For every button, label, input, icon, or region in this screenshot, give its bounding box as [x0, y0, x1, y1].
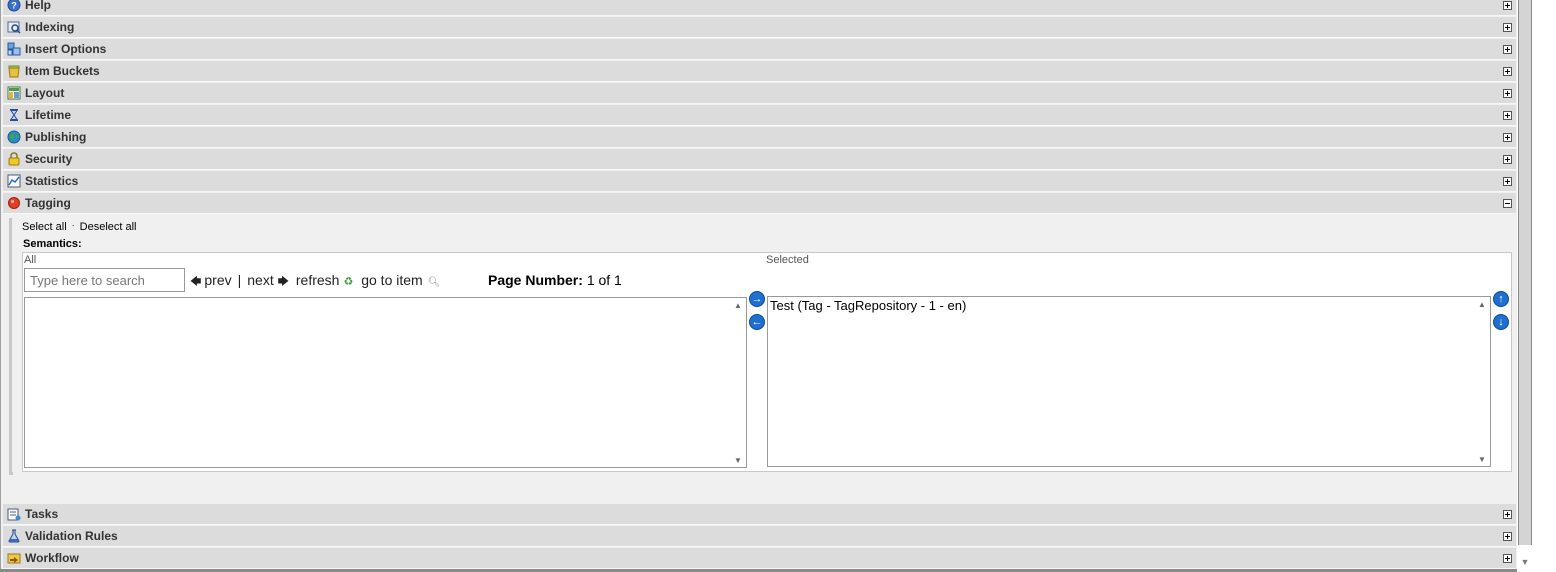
section-statistics[interactable]: Statistics	[3, 171, 1516, 192]
section-validation-rules[interactable]: Validation Rules	[3, 526, 1516, 547]
section-title: Workflow	[25, 551, 79, 565]
scroll-up-icon[interactable]: ▲	[1474, 300, 1490, 309]
expand-icon[interactable]	[1503, 554, 1512, 563]
section-item-buckets[interactable]: Item Buckets	[3, 61, 1516, 82]
section-tasks[interactable]: Tasks	[3, 504, 1516, 525]
hourglass-icon	[7, 108, 21, 122]
section-title: Layout	[25, 86, 65, 100]
expand-icon[interactable]	[1503, 23, 1512, 32]
section-title: Publishing	[25, 130, 87, 144]
scroll-down-icon[interactable]: ▼	[1519, 556, 1531, 568]
expand-icon[interactable]	[1503, 111, 1512, 120]
go-to-item-link[interactable]: go to item 🔍︎	[361, 272, 440, 288]
section-title: Validation Rules	[25, 529, 118, 543]
flask-icon	[7, 529, 21, 543]
page-number-value: 1 of 1	[586, 272, 622, 288]
lock-icon	[7, 152, 21, 166]
section-lifetime[interactable]: Lifetime	[3, 105, 1516, 126]
scroll-up-icon[interactable]: ▲	[730, 301, 746, 310]
select-all-link[interactable]: Select all	[22, 221, 67, 233]
section-help[interactable]: ? Help	[3, 0, 1516, 16]
section-title: Tasks	[25, 507, 59, 521]
scroll-down-icon[interactable]: ▼	[730, 456, 746, 465]
expand-icon[interactable]	[1503, 532, 1512, 541]
listbox-scrollbar[interactable]: ▲ ▼	[730, 298, 746, 467]
selected-items-listbox[interactable]: Test (Tag - TagRepository - 1 - en) ▲ ▼	[767, 296, 1491, 467]
section-security[interactable]: Security	[3, 149, 1516, 170]
section-publishing[interactable]: Publishing	[3, 127, 1516, 148]
listbox-scrollbar[interactable]: ▲ ▼	[1474, 297, 1490, 466]
bucket-icon	[7, 64, 21, 78]
section-insert-options[interactable]: Insert Options	[3, 39, 1516, 60]
selected-items-label: Selected	[766, 254, 809, 266]
section-title: Security	[25, 152, 73, 166]
tag-dot-icon	[7, 196, 21, 210]
nav-divider: |	[237, 272, 242, 288]
section-title: Lifetime	[25, 108, 72, 122]
link-separator: ·	[71, 220, 75, 230]
deselect-all-link[interactable]: Deselect all	[80, 221, 137, 233]
expand-icon[interactable]	[1503, 45, 1512, 54]
all-items-listbox[interactable]: ▲ ▼	[24, 297, 747, 468]
prev-label: prev	[204, 272, 232, 288]
collapse-icon[interactable]	[1503, 199, 1512, 208]
section-left-rule	[9, 218, 12, 474]
go-to-item-label: go to item	[361, 272, 423, 288]
scroll-down-icon[interactable]: ▼	[1474, 455, 1490, 464]
expand-icon[interactable]	[1503, 1, 1512, 10]
section-title: Statistics	[25, 174, 79, 188]
expand-icon[interactable]	[1503, 89, 1512, 98]
section-layout[interactable]: Layout	[3, 83, 1516, 104]
section-workflow[interactable]: Workflow	[3, 548, 1516, 569]
statistics-icon	[7, 174, 21, 188]
expand-icon[interactable]	[1503, 177, 1512, 186]
section-title: Tagging	[25, 196, 71, 210]
selection-links: Select all · Deselect all	[22, 220, 137, 233]
expand-icon[interactable]	[1503, 133, 1512, 142]
arrow-left-icon: 🡄	[190, 276, 202, 288]
svg-text:?: ?	[11, 1, 17, 11]
move-down-button[interactable]: ↓	[1493, 314, 1509, 330]
expand-icon[interactable]	[1503, 155, 1512, 164]
section-title: Item Buckets	[25, 64, 100, 78]
indexing-icon	[7, 20, 21, 34]
search-input[interactable]	[24, 268, 185, 292]
page-number: Page Number: 1 of 1	[488, 272, 622, 288]
refresh-link[interactable]: refresh ♻	[296, 272, 357, 288]
section-title: Indexing	[25, 20, 75, 34]
next-label: next	[247, 272, 274, 288]
insert-options-icon	[7, 42, 21, 56]
all-items-label: All	[24, 254, 37, 266]
navigation-bar: 🡄 prev | next 🡆 refresh ♻ go to item 🔍︎	[190, 272, 440, 292]
section-indexing[interactable]: Indexing	[3, 17, 1516, 38]
page-number-label: Page Number:	[488, 272, 583, 288]
section-tagging[interactable]: Tagging	[3, 193, 1516, 214]
next-link[interactable]: next 🡆	[247, 272, 292, 288]
section-title: Insert Options	[25, 42, 107, 56]
globe-icon	[7, 130, 21, 144]
list-item[interactable]: Test (Tag - TagRepository - 1 - en)	[770, 298, 966, 313]
arrow-right-icon: 🡆	[277, 276, 289, 288]
layout-icon	[7, 86, 21, 100]
prev-link[interactable]: 🡄 prev	[190, 272, 232, 288]
magnifier-icon: 🔍︎	[427, 277, 441, 288]
section-bottom-rule	[9, 472, 13, 475]
add-item-button[interactable]: →	[749, 291, 765, 307]
refresh-label: refresh	[295, 272, 340, 288]
remove-item-button[interactable]: ←	[749, 314, 765, 330]
field-label: Semantics:	[23, 238, 82, 250]
tasks-icon	[7, 507, 21, 521]
expand-icon[interactable]	[1503, 67, 1512, 76]
expand-icon[interactable]	[1503, 510, 1512, 519]
workflow-icon	[7, 551, 21, 565]
help-icon: ?	[7, 0, 21, 12]
move-up-button[interactable]: ↑	[1493, 291, 1509, 307]
section-title: Help	[25, 0, 52, 12]
refresh-icon: ♻	[343, 276, 354, 288]
page-scrollbar[interactable]	[1518, 0, 1532, 545]
